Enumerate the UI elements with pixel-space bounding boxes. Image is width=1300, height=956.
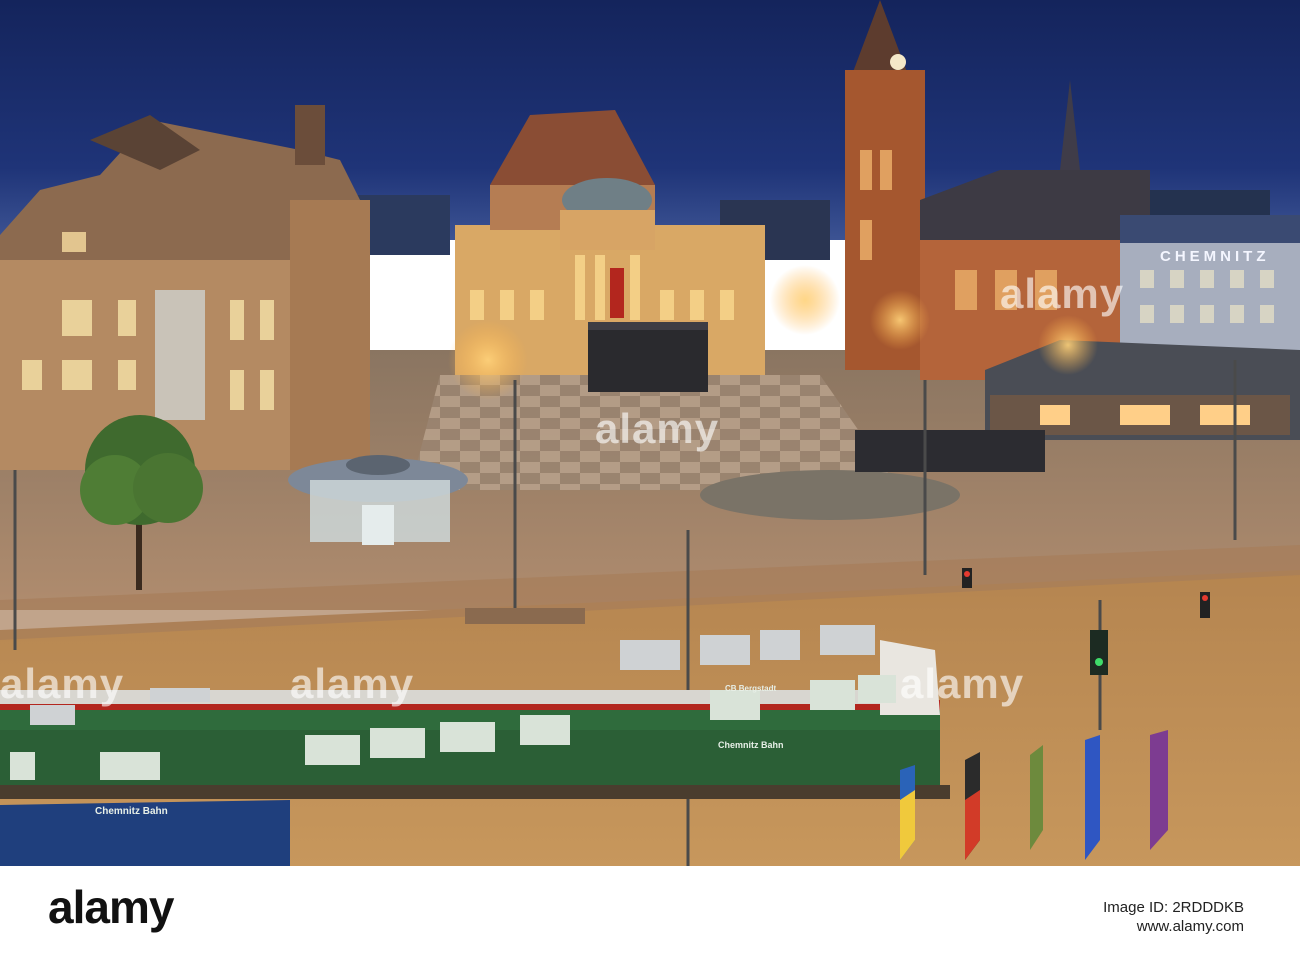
watermark: alamy xyxy=(0,660,125,707)
wall xyxy=(855,430,1045,472)
tram-brand: CB Bergstadt xyxy=(725,684,777,693)
photo: CHEMNITZ Chemnitz Bahn Chemnitz Bahn CB … xyxy=(0,0,1300,866)
site-url: www.alamy.com xyxy=(1136,918,1244,935)
watermark: alamy xyxy=(900,660,1025,707)
lamp-glow xyxy=(870,290,930,350)
tram-label-rear: Chemnitz Bahn xyxy=(718,740,784,750)
building-sign: CHEMNITZ xyxy=(1160,248,1270,265)
image-id: Image ID: 2RDDDKB xyxy=(1103,899,1244,916)
lamp-glow xyxy=(770,265,840,335)
fountain-platform xyxy=(700,470,960,520)
watermark: alamy xyxy=(290,660,415,707)
image-info: Image ID: 2RDDDKB www.alamy.com xyxy=(1103,898,1244,936)
tram-label: Chemnitz Bahn xyxy=(95,806,168,817)
watermark: alamy xyxy=(595,405,720,452)
pavilion xyxy=(288,455,468,545)
lamp-glow xyxy=(1038,315,1098,375)
watermark: alamy xyxy=(1000,270,1125,317)
tram-shelter-roof xyxy=(465,608,585,624)
alamy-logo: alamy xyxy=(48,881,174,933)
